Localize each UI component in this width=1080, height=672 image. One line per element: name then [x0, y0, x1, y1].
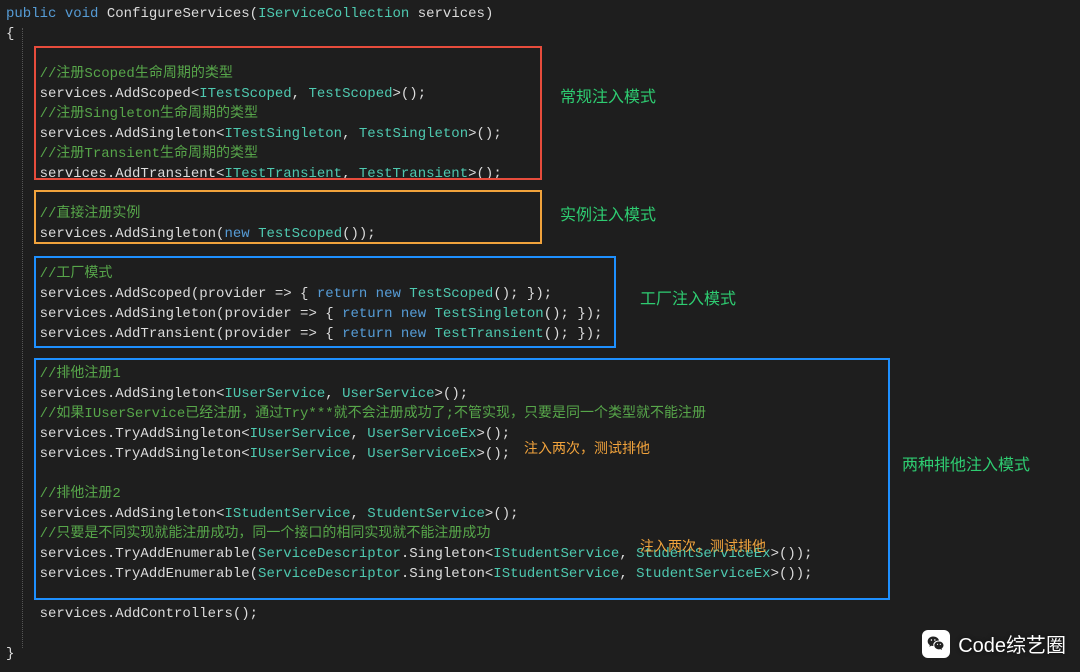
- code-line: services.AddSingleton(new TestScoped());: [6, 224, 1074, 244]
- annotation-instance: 实例注入模式: [560, 206, 656, 226]
- method-signature: public void ConfigureServices(IServiceCo…: [6, 4, 1074, 24]
- code-line: services.AddSingleton<IUserService, User…: [6, 384, 1074, 404]
- comment: //如果IUserService已经注册，通过Try***就不会注册成功了;不管…: [6, 404, 1074, 424]
- code-line: services.AddTransient<ITestTransient, Te…: [6, 164, 1074, 184]
- comment: //排他注册2: [6, 484, 1074, 504]
- code-editor: public void ConfigureServices(IServiceCo…: [0, 0, 1080, 668]
- code-line: services.AddSingleton(provider => { retu…: [6, 304, 1074, 324]
- annotation-factory: 工厂注入模式: [640, 290, 736, 310]
- comment: //排他注册1: [6, 364, 1074, 384]
- comment: //注册Transient生命周期的类型: [6, 144, 1074, 164]
- code-line: services.AddScoped<ITestScoped, TestScop…: [6, 84, 1074, 104]
- comment: //直接注册实例: [6, 204, 1074, 224]
- fold-guide: [22, 28, 23, 648]
- comment: //注册Singleton生命周期的类型: [6, 104, 1074, 124]
- wechat-icon: [922, 630, 950, 658]
- brace-close: }: [6, 644, 1074, 664]
- annotation-inject-2: 注入两次，测试排他: [640, 536, 766, 556]
- annotation-inject-1: 注入两次，测试排他: [524, 438, 650, 458]
- code-line: services.AddSingleton<IStudentService, S…: [6, 504, 1074, 524]
- annotation-exclusive: 两种排他注入模式: [902, 456, 1062, 476]
- watermark-text: Code综艺圈: [958, 629, 1066, 658]
- annotation-regular: 常规注入模式: [560, 88, 656, 108]
- comment: //注册Scoped生命周期的类型: [6, 64, 1074, 84]
- code-line: services.TryAddEnumerable(ServiceDescrip…: [6, 544, 1074, 564]
- watermark: Code综艺圈: [922, 629, 1066, 658]
- code-line: services.TryAddEnumerable(ServiceDescrip…: [6, 564, 1074, 584]
- comment: //只要是不同实现就能注册成功，同一个接口的相同实现就不能注册成功: [6, 524, 1074, 544]
- code-line: services.AddTransient(provider => { retu…: [6, 324, 1074, 344]
- brace-open: {: [6, 24, 1074, 44]
- code-line: services.AddSingleton<ITestSingleton, Te…: [6, 124, 1074, 144]
- code-line: services.AddControllers();: [6, 604, 1074, 624]
- code-line: services.AddScoped(provider => { return …: [6, 284, 1074, 304]
- comment: //工厂模式: [6, 264, 1074, 284]
